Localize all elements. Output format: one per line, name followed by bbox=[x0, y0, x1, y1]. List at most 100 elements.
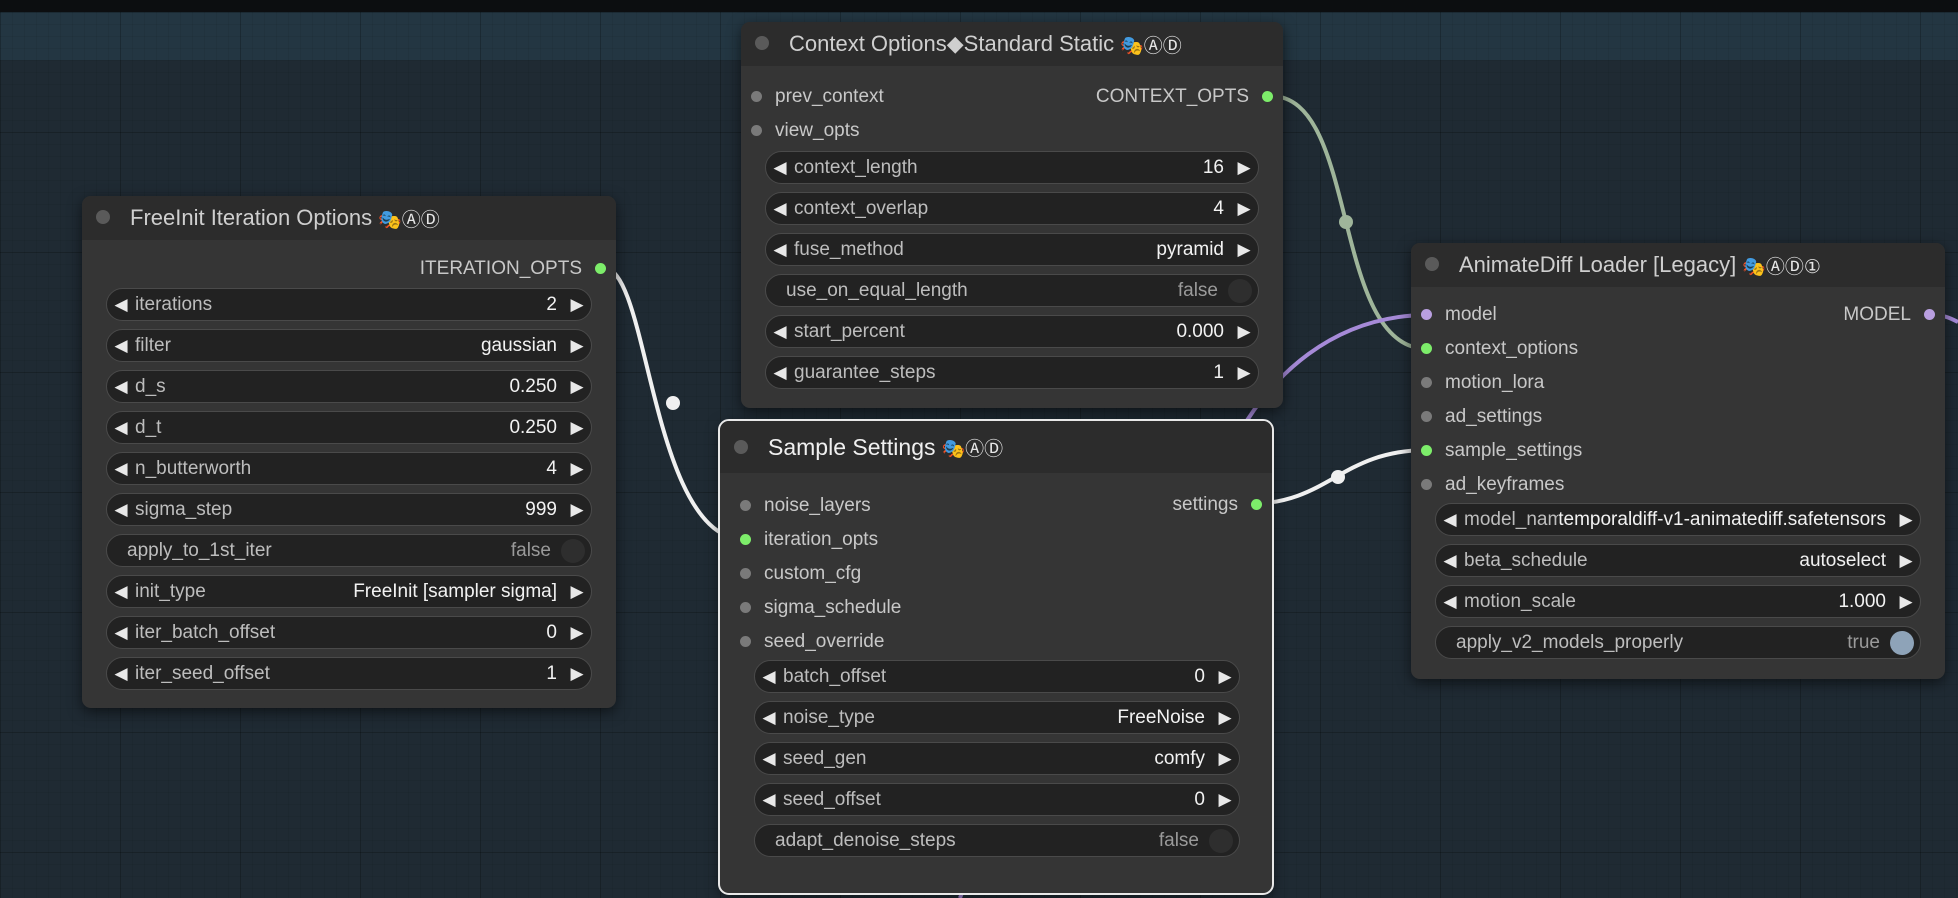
input-slot[interactable] bbox=[1421, 479, 1432, 490]
widget-context-length[interactable]: ◀ context_length 16 ▶ bbox=[765, 151, 1259, 184]
increment-arrow-icon[interactable]: ▶ bbox=[563, 623, 591, 643]
decrement-arrow-icon[interactable]: ◀ bbox=[107, 377, 135, 397]
increment-arrow-icon[interactable]: ▶ bbox=[1892, 592, 1920, 612]
widget-batch-offset[interactable]: ◀ batch_offset 0 ▶ bbox=[754, 660, 1240, 693]
toggle-knob-icon[interactable] bbox=[1890, 630, 1914, 655]
decrement-arrow-icon[interactable]: ◀ bbox=[107, 295, 135, 315]
decrement-arrow-icon[interactable]: ◀ bbox=[766, 158, 794, 178]
increment-arrow-icon[interactable]: ▶ bbox=[563, 664, 591, 684]
widget-d-s[interactable]: ◀ d_s 0.250 ▶ bbox=[106, 370, 592, 403]
node-title-bar[interactable]: AnimateDiff Loader [Legacy] 🎭ⒶⒹ① bbox=[1411, 243, 1945, 287]
widget-filter[interactable]: ◀ filter gaussian ▶ bbox=[106, 329, 592, 362]
decrement-arrow-icon[interactable]: ◀ bbox=[107, 336, 135, 356]
toggle-knob-icon[interactable] bbox=[1228, 278, 1252, 303]
widget-context-overlap[interactable]: ◀ context_overlap 4 ▶ bbox=[765, 192, 1259, 225]
decrement-arrow-icon[interactable]: ◀ bbox=[755, 790, 783, 810]
decrement-arrow-icon[interactable]: ◀ bbox=[755, 667, 783, 687]
widget-start-percent[interactable]: ◀ start_percent 0.000 ▶ bbox=[765, 315, 1259, 348]
input-slot[interactable] bbox=[740, 534, 751, 545]
widget-fuse-method[interactable]: ◀ fuse_method pyramid ▶ bbox=[765, 233, 1259, 266]
decrement-arrow-icon[interactable]: ◀ bbox=[766, 322, 794, 342]
input-slot[interactable] bbox=[1421, 377, 1432, 388]
input-slot[interactable] bbox=[740, 500, 751, 511]
decrement-arrow-icon[interactable]: ◀ bbox=[766, 199, 794, 219]
decrement-arrow-icon[interactable]: ◀ bbox=[1436, 510, 1464, 530]
widget-n-butterworth[interactable]: ◀ n_butterworth 4 ▶ bbox=[106, 452, 592, 485]
increment-arrow-icon[interactable]: ▶ bbox=[1211, 790, 1239, 810]
increment-arrow-icon[interactable]: ▶ bbox=[1230, 158, 1258, 178]
input-slot[interactable] bbox=[751, 91, 762, 102]
output-slot[interactable] bbox=[1924, 309, 1935, 320]
widget-use-on-equal-length[interactable]: use_on_equal_length false bbox=[765, 274, 1259, 307]
node-title-bar[interactable]: Context Options◆Standard Static 🎭ⒶⒹ bbox=[741, 22, 1283, 66]
collapse-icon[interactable] bbox=[755, 36, 769, 50]
input-slot[interactable] bbox=[1421, 411, 1432, 422]
decrement-arrow-icon[interactable]: ◀ bbox=[1436, 551, 1464, 571]
sample-settings-node[interactable]: Sample Settings 🎭ⒶⒹ noise_layers iteratio… bbox=[718, 419, 1274, 895]
increment-arrow-icon[interactable]: ▶ bbox=[1230, 322, 1258, 342]
increment-arrow-icon[interactable]: ▶ bbox=[1211, 708, 1239, 728]
decrement-arrow-icon[interactable]: ◀ bbox=[107, 623, 135, 643]
increment-arrow-icon[interactable]: ▶ bbox=[1230, 240, 1258, 260]
increment-arrow-icon[interactable]: ▶ bbox=[563, 459, 591, 479]
decrement-arrow-icon[interactable]: ◀ bbox=[766, 363, 794, 383]
widget-adapt-denoise-steps[interactable]: adapt_denoise_steps false bbox=[754, 824, 1240, 857]
toggle-knob-icon[interactable] bbox=[561, 538, 585, 563]
collapse-icon[interactable] bbox=[1425, 257, 1439, 271]
increment-arrow-icon[interactable]: ▶ bbox=[563, 500, 591, 520]
decrement-arrow-icon[interactable]: ◀ bbox=[766, 240, 794, 260]
increment-arrow-icon[interactable]: ▶ bbox=[1211, 667, 1239, 687]
widget-apply-to-1st-iter[interactable]: apply_to_1st_iter false bbox=[106, 534, 592, 567]
widget-motion-scale[interactable]: ◀ motion_scale 1.000 ▶ bbox=[1435, 585, 1921, 618]
input-slot[interactable] bbox=[740, 602, 751, 613]
widget-iter-batch-offset[interactable]: ◀ iter_batch_offset 0 ▶ bbox=[106, 616, 592, 649]
increment-arrow-icon[interactable]: ▶ bbox=[563, 582, 591, 602]
widget-apply-v2-models-properly[interactable]: apply_v2_models_properly true bbox=[1435, 626, 1921, 659]
input-slot[interactable] bbox=[740, 636, 751, 647]
widget-noise-type[interactable]: ◀ noise_type FreeNoise ▶ bbox=[754, 701, 1240, 734]
decrement-arrow-icon[interactable]: ◀ bbox=[107, 500, 135, 520]
widget-iterations[interactable]: ◀ iterations 2 ▶ bbox=[106, 288, 592, 321]
widget-beta-schedule[interactable]: ◀ beta_schedule autoselect ▶ bbox=[1435, 544, 1921, 577]
increment-arrow-icon[interactable]: ▶ bbox=[1230, 199, 1258, 219]
freeinit-node[interactable]: FreeInit Iteration Options 🎭ⒶⒹ ITERATION… bbox=[82, 196, 616, 708]
node-title-bar[interactable]: FreeInit Iteration Options 🎭ⒶⒹ bbox=[82, 196, 616, 240]
widget-model-name[interactable]: ◀model_nametemporaldiff-v1-animatediff.s… bbox=[1435, 503, 1921, 536]
widget-guarantee-steps[interactable]: ◀ guarantee_steps 1 ▶ bbox=[765, 356, 1259, 389]
increment-arrow-icon[interactable]: ▶ bbox=[563, 336, 591, 356]
decrement-arrow-icon[interactable]: ◀ bbox=[1436, 592, 1464, 612]
input-slot[interactable] bbox=[1421, 343, 1432, 354]
decrement-arrow-icon[interactable]: ◀ bbox=[107, 582, 135, 602]
increment-arrow-icon[interactable]: ▶ bbox=[563, 418, 591, 438]
decrement-arrow-icon[interactable]: ◀ bbox=[755, 749, 783, 769]
input-slot[interactable] bbox=[740, 568, 751, 579]
collapse-icon[interactable] bbox=[96, 210, 110, 224]
toggle-knob-icon[interactable] bbox=[1209, 828, 1233, 853]
increment-arrow-icon[interactable]: ▶ bbox=[1892, 510, 1920, 530]
widget-sigma-step[interactable]: ◀ sigma_step 999 ▶ bbox=[106, 493, 592, 526]
output-slot[interactable] bbox=[595, 263, 606, 274]
increment-arrow-icon[interactable]: ▶ bbox=[1211, 749, 1239, 769]
animatediff-loader-node[interactable]: AnimateDiff Loader [Legacy] 🎭ⒶⒹ① model co… bbox=[1411, 243, 1945, 679]
node-title-bar[interactable]: Sample Settings 🎭ⒶⒹ bbox=[720, 421, 1272, 473]
widget-seed-offset[interactable]: ◀ seed_offset 0 ▶ bbox=[754, 783, 1240, 816]
increment-arrow-icon[interactable]: ▶ bbox=[563, 377, 591, 397]
increment-arrow-icon[interactable]: ▶ bbox=[563, 295, 591, 315]
widget-d-t[interactable]: ◀ d_t 0.250 ▶ bbox=[106, 411, 592, 444]
decrement-arrow-icon[interactable]: ◀ bbox=[107, 664, 135, 684]
widget-init-type[interactable]: ◀ init_type FreeInit [sampler sigma] ▶ bbox=[106, 575, 592, 608]
collapse-icon[interactable] bbox=[734, 440, 748, 454]
output-slot[interactable] bbox=[1251, 499, 1262, 510]
decrement-arrow-icon[interactable]: ◀ bbox=[107, 459, 135, 479]
decrement-arrow-icon[interactable]: ◀ bbox=[755, 708, 783, 728]
context-options-node[interactable]: Context Options◆Standard Static 🎭ⒶⒹ prev… bbox=[741, 22, 1283, 408]
output-slot[interactable] bbox=[1262, 91, 1273, 102]
widget-iter-seed-offset[interactable]: ◀ iter_seed_offset 1 ▶ bbox=[106, 657, 592, 690]
input-slot[interactable] bbox=[751, 125, 762, 136]
increment-arrow-icon[interactable]: ▶ bbox=[1892, 551, 1920, 571]
decrement-arrow-icon[interactable]: ◀ bbox=[107, 418, 135, 438]
input-slot[interactable] bbox=[1421, 309, 1432, 320]
widget-seed-gen[interactable]: ◀ seed_gen comfy ▶ bbox=[754, 742, 1240, 775]
increment-arrow-icon[interactable]: ▶ bbox=[1230, 363, 1258, 383]
input-slot[interactable] bbox=[1421, 445, 1432, 456]
